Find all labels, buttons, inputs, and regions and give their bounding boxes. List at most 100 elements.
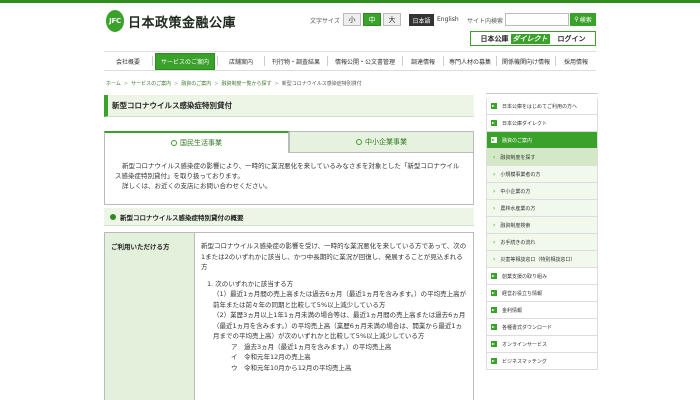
search-button[interactable]: ⚲ 検索 [570, 13, 596, 26]
sidebar-item-management-info[interactable]: 経営お役立ち情報 [486, 285, 598, 302]
global-nav: 会社概要 サービスのご案内 店舗案内 刊行物・調査結果 情報公開・公文書管理 調… [104, 51, 596, 71]
bullet-icon [110, 213, 116, 220]
font-size-small-button[interactable]: 小 [343, 13, 361, 26]
site-search-label: サイト内検索 [467, 18, 504, 25]
top-accent-bar [0, 0, 700, 3]
breadcrumb-separator: > [274, 81, 279, 87]
sidebar-item-online-services[interactable]: オンラインサービス [486, 336, 598, 353]
nav-item-recruit-experts[interactable]: 専門人材の募集 [444, 51, 496, 71]
sidebar-item-label: 融資制度を探す [500, 154, 536, 161]
nav-item-publications[interactable]: 刊行物・調査結果 [265, 51, 327, 71]
sub-condition-item: ウ 令和元年10月から12月の平均売上高 [231, 363, 352, 372]
nav-label: 情報公開・公文書管理 [334, 58, 395, 66]
nav-label: 刊行物・調査結果 [271, 58, 320, 66]
breadcrumb-link[interactable]: 融資制度一覧から探す [222, 81, 272, 87]
sidebar: 日本公庫をはじめてご利用の方へ 日本公庫ダイレクト 融資のご案内 › 融資制度を探… [486, 93, 598, 400]
arrow-box-icon [491, 290, 497, 296]
arrow-box-icon [491, 307, 497, 313]
sidebar-subitem-search-loans[interactable]: › 融資制度を探す [486, 149, 598, 166]
sub-condition-item: イ 令和元年12月の売上高 [231, 353, 311, 361]
sidebar-item-interest-rates[interactable]: 金利情報 [486, 302, 598, 319]
nav-label: 採用情報 [563, 58, 588, 66]
sidebar-subitem-agriculture[interactable]: › 農林水産業の方 [486, 200, 598, 217]
arrow-box-icon [491, 341, 497, 347]
nav-item-branches[interactable]: 店舗案内 [218, 51, 264, 71]
chevron-right-icon: › [493, 221, 496, 229]
chevron-right-icon: › [493, 204, 496, 212]
sidebar-subitem-sme[interactable]: › 中小企業の方 [486, 183, 598, 200]
sidebar-item-direct[interactable]: 日本公庫ダイレクト [486, 115, 598, 132]
tab-chusho[interactable]: 中小企業事業 [289, 131, 474, 153]
direct-label: ダイレクト [510, 33, 550, 44]
nav-item-procurement[interactable]: 調達情報 [403, 51, 443, 71]
sidebar-item-label: 経営お役立ち情報 [502, 290, 543, 297]
arrow-box-icon [491, 273, 497, 279]
search-button-label: 検索 [579, 17, 592, 24]
sidebar-item-label: 小規模事業者の方 [500, 171, 541, 178]
search-input[interactable] [505, 13, 569, 26]
eligibility-text: 新型コロナウイルス感染症の影響を受け、一時的な業況悪化を来している方であって、次… [201, 242, 467, 271]
tab-kokumin[interactable]: 国民生活事業 [104, 131, 289, 153]
sub-condition-item: ア 過去3ヵ月（最近1ヵ月を含みます。）の平均売上高 [231, 342, 392, 351]
condition-heading: 1. 次のいずれかに該当する方 [207, 279, 294, 288]
overview-table: ご利用いただける方 新型コロナウイルス感染症の影響を受け、一時的な業況悪化を来し… [104, 232, 474, 400]
page: JFC 日本政策金融公庫 文字サイズ 小 中 大 日本語 English サイト… [0, 0, 700, 400]
nav-item-services[interactable]: サービスのご案内 [153, 51, 217, 71]
arrow-box-icon [491, 103, 497, 109]
lang-japanese-button[interactable]: 日本語 [409, 14, 434, 26]
sidebar-item-label: 中小企業の方 [500, 188, 531, 195]
sidebar-item-first-time[interactable]: 日本公庫をはじめてご利用の方へ [486, 98, 598, 115]
breadcrumb-link[interactable]: サービスのご案内 [131, 81, 171, 87]
login-label: ログイン [557, 34, 586, 43]
chevron-right-icon: › [493, 153, 496, 161]
chevron-right-icon: › [493, 255, 496, 263]
nav-label: 会社概要 [115, 58, 140, 66]
sidebar-item-label: 日本公庫ダイレクト [502, 120, 548, 127]
direct-login-button[interactable]: 日本公庫 ダイレクト ログイン [470, 31, 596, 46]
radio-circle-icon [356, 139, 362, 145]
sidebar-item-label: 日本公庫をはじめてご利用の方へ [502, 103, 578, 110]
breadcrumb-separator: > [174, 81, 179, 87]
chevron-right-icon: › [493, 170, 496, 178]
sidebar-subitem-loan-search[interactable]: › 融資制度検索 [486, 217, 598, 234]
site-logo[interactable]: JFC 日本政策金融公庫 [106, 10, 236, 32]
breadcrumb: ホーム > サービスのご案内 > 融資のご案内 > 融資制度一覧から探す > 新型コロナウイルス… [106, 80, 362, 87]
tab-panel: 新型コロナウイルス感染症の影響により、一時的に業況悪化を来しているみなさまを対象… [104, 153, 474, 205]
nav-item-partners[interactable]: 関係機関向け情報 [497, 51, 555, 71]
sidebar-item-label: オンラインサービス [502, 341, 548, 348]
nav-label: 店舗案内 [228, 58, 253, 66]
sidebar-subitem-disaster-consultation[interactable]: › 災害等相談窓口（特別相談窓口） [486, 251, 598, 268]
sidebar-item-label: 融資制度検索 [500, 222, 531, 229]
nav-item-company[interactable]: 会社概要 [104, 51, 152, 71]
sidebar-item-label: 金利情報 [502, 307, 523, 314]
direct-jfc-text: 日本公庫 [480, 34, 509, 43]
nav-label: 調達情報 [410, 58, 435, 66]
row-label: ご利用いただける方 [105, 233, 195, 400]
breadcrumb-link[interactable]: ホーム [106, 81, 121, 87]
tab-label: 中小企業事業 [365, 138, 407, 146]
sidebar-subitem-small-business[interactable]: › 小規模事業者の方 [486, 166, 598, 183]
arrow-box-icon [491, 324, 497, 330]
nav-item-disclosure[interactable]: 情報公開・公文書管理 [328, 51, 402, 71]
sidebar-item-form-download[interactable]: 各種書式ダウンロード [486, 319, 598, 336]
sidebar-item-label: 融資のご案内 [502, 137, 533, 144]
sidebar-item-label: 創業支援の取り組み [502, 273, 548, 280]
breadcrumb-link[interactable]: 融資のご案内 [181, 81, 211, 87]
arrow-box-icon [491, 120, 497, 126]
lang-english-link[interactable]: English [437, 16, 459, 23]
font-size-large-button[interactable]: 大 [383, 13, 401, 26]
font-size-label: 文字サイズ [310, 18, 340, 25]
tab-label: 国民生活事業 [180, 139, 222, 147]
sidebar-subitem-procedure[interactable]: › お手続きの流れ [486, 234, 598, 251]
sidebar-item-business-matching[interactable]: ビジネスマッチング [486, 353, 598, 370]
sidebar-item-label: 各種書式ダウンロード [502, 324, 553, 331]
sidebar-item-loans[interactable]: 融資のご案内 [486, 132, 598, 149]
intro-text-contact: 詳しくは、お近くの支店にお問い合わせください。 [122, 182, 272, 190]
section-title: 新型コロナウイルス感染症特別貸付の概要 [120, 213, 244, 222]
search-icon: ⚲ [574, 16, 579, 23]
sidebar-item-label: 災害等相談窓口（特別相談窓口） [500, 256, 576, 263]
font-size-medium-button[interactable]: 中 [363, 13, 381, 26]
nav-item-careers[interactable]: 採用情報 [556, 51, 596, 71]
nav-label: 関係機関向け情報 [501, 58, 550, 66]
sidebar-item-startup-support[interactable]: 創業支援の取り組み [486, 268, 598, 285]
